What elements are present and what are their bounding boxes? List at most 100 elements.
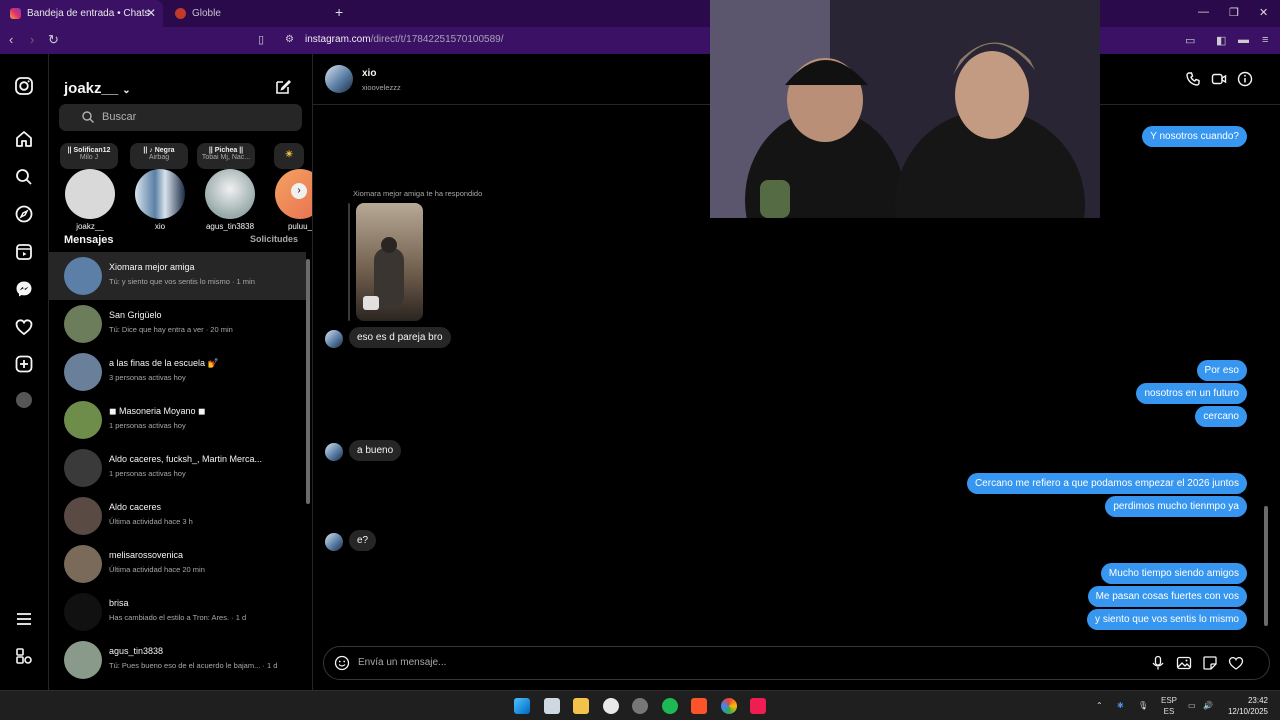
network-icon[interactable]: ▭ <box>1188 701 1196 710</box>
chatgpt-icon[interactable] <box>603 698 619 714</box>
site-settings-icon[interactable]: ⚙ <box>285 34 294 45</box>
conversation-row[interactable]: San Grigüelo Tú: Dice que hay entra a ver… <box>49 300 306 348</box>
back-button[interactable]: ‹ <box>9 32 13 47</box>
note-bubble[interactable]: ☀ <box>274 143 304 169</box>
volume-icon[interactable]: 🔊 <box>1203 701 1213 710</box>
task-view-icon[interactable] <box>544 698 560 714</box>
messenger-icon[interactable] <box>14 279 34 299</box>
tab-instagram[interactable]: Bandeja de entrada • Chats ✕ <box>0 0 163 27</box>
message-bubble-outgoing[interactable]: Y nosotros cuando? <box>1142 126 1247 147</box>
instagram-logo-icon[interactable] <box>14 76 34 96</box>
conversation-row[interactable]: ◼ Masoneria Moyano ◼ 1 personas activas h… <box>49 396 306 444</box>
scrollbar[interactable] <box>1264 506 1268 626</box>
reload-button[interactable]: ↻ <box>48 32 59 48</box>
phone-icon[interactable] <box>1185 71 1201 87</box>
explore-icon[interactable] <box>14 204 34 224</box>
story-avatar[interactable]: joakz__ <box>64 169 116 231</box>
also-from-meta-icon[interactable] <box>14 646 34 666</box>
url-host: instagram.com <box>305 34 371 45</box>
message-bubble-outgoing[interactable]: y siento que vos sentis lo mismo <box>1087 609 1247 630</box>
forward-button[interactable]: › <box>30 32 34 47</box>
message-bubble-incoming[interactable]: e? <box>349 530 377 551</box>
new-message-icon[interactable] <box>274 78 292 96</box>
tab-title: Globle <box>192 8 221 19</box>
conversation-row[interactable]: Aldo caceres Última actividad hace 3 h <box>49 492 306 540</box>
message-bubble-outgoing[interactable]: nosotros en un futuro <box>1136 383 1247 404</box>
contact-avatar[interactable] <box>325 443 343 461</box>
sun-emoji-icon: ☀ <box>284 149 294 159</box>
extensions-icon[interactable]: ▭ <box>1185 34 1195 47</box>
contact-avatar[interactable] <box>325 533 343 551</box>
close-window-button[interactable]: ✕ <box>1259 6 1268 19</box>
url-text[interactable]: instagram.com/direct/t/17842251570100589… <box>305 34 503 45</box>
emoji-icon[interactable] <box>334 655 350 671</box>
tiktok-icon[interactable] <box>750 698 766 714</box>
conversation-row[interactable]: Xiomara mejor amiga Tú: y siento que vos … <box>49 252 306 300</box>
story-name: agus_tin3838 <box>205 222 255 231</box>
close-tab-icon[interactable]: ✕ <box>146 6 156 20</box>
home-icon[interactable] <box>14 129 34 149</box>
app-icon[interactable] <box>632 698 648 714</box>
contact-avatar[interactable] <box>325 330 343 348</box>
contact-name[interactable]: xio <box>362 68 376 79</box>
search-input[interactable]: Buscar <box>59 104 302 131</box>
sidebar-toggle-icon[interactable]: ◧ <box>1216 34 1226 47</box>
note-bubble[interactable]: || ♪ Negra Airbag <box>130 143 188 169</box>
message-bubble-outgoing[interactable]: cercano <box>1195 406 1247 427</box>
requests-link[interactable]: Solicitudes <box>250 234 298 244</box>
conversation-row[interactable]: Aldo caceres, fucksh_, Martin Merca... 1 … <box>49 444 306 492</box>
story-thumbnail[interactable] <box>356 203 423 321</box>
sticker-icon[interactable] <box>1202 655 1218 671</box>
account-switcher[interactable]: joakz__ ⌄ <box>64 80 131 97</box>
conversation-row[interactable]: brisa Has cambiado el estilo a Tron: Ares… <box>49 588 306 636</box>
conversation-row[interactable]: melisarossovenica Última actividad hace 2… <box>49 540 306 588</box>
create-icon[interactable] <box>14 354 34 374</box>
contact-avatar[interactable] <box>325 65 353 93</box>
scrollbar[interactable] <box>306 259 310 504</box>
info-icon[interactable] <box>1237 71 1253 87</box>
start-windows-icon[interactable] <box>514 698 530 714</box>
message-bubble-incoming[interactable]: a bueno <box>349 440 402 461</box>
new-tab-button[interactable]: + <box>335 4 343 20</box>
microphone-icon[interactable] <box>1150 655 1166 671</box>
message-composer[interactable]: Envía un mensaje... <box>323 646 1270 680</box>
notifications-heart-icon[interactable] <box>14 317 34 337</box>
vpn-icon[interactable]: ▬ <box>1238 34 1249 46</box>
menu-icon[interactable]: ≡ <box>1262 34 1268 46</box>
bookmark-icon[interactable]: ▯ <box>258 33 264 46</box>
bluetooth-icon[interactable]: ✱ <box>1117 701 1124 710</box>
tab-globle[interactable]: Globle <box>172 0 322 27</box>
search-icon[interactable] <box>14 167 34 187</box>
image-icon[interactable] <box>1176 655 1192 671</box>
mic-tray-icon[interactable]: 🎙 <box>1138 701 1148 710</box>
message-bubble-outgoing[interactable]: Mucho tiempo siendo amigos <box>1100 563 1247 584</box>
more-menu-icon[interactable] <box>14 609 34 629</box>
message-bubble-outgoing[interactable]: Me pasan cosas fuertes con vos <box>1087 586 1247 607</box>
message-bubble-outgoing[interactable]: Cercano me refiero a que podamos empezar… <box>966 473 1247 494</box>
message-bubble-outgoing[interactable]: Por eso <box>1196 360 1247 381</box>
conversation-row[interactable]: agus_tin3838 Tú: Pues bueno eso de el acu… <box>49 636 306 684</box>
note-bubble[interactable]: || Pichea || Tobai Mj, Nac... <box>197 143 255 169</box>
maximize-button[interactable]: ❐ <box>1229 6 1239 19</box>
story-avatar[interactable]: puluu_ <box>274 169 312 231</box>
reels-icon[interactable] <box>14 242 34 262</box>
minimize-button[interactable]: — <box>1198 6 1209 18</box>
tray-chevron-icon[interactable]: ⌃ <box>1096 701 1103 710</box>
language-indicator[interactable]: ESP ES <box>1161 695 1177 717</box>
conversation-row[interactable]: a las finas de la escuela 💅 3 personas ac… <box>49 348 306 396</box>
conversation-preview: 1 personas activas hoy <box>109 469 186 478</box>
file-explorer-icon[interactable] <box>573 698 589 714</box>
video-call-icon[interactable] <box>1211 71 1227 87</box>
spotify-icon[interactable] <box>662 698 678 714</box>
story-avatar[interactable]: agus_tin3838 <box>204 169 256 231</box>
message-bubble-incoming[interactable]: eso es d pareja bro <box>349 327 451 348</box>
brave-browser-icon[interactable] <box>691 698 707 714</box>
chrome-icon[interactable] <box>721 698 737 714</box>
profile-avatar[interactable] <box>16 392 32 408</box>
chevron-right-icon[interactable]: › <box>291 183 307 199</box>
message-bubble-outgoing[interactable]: perdimos mucho tienmpo ya <box>1105 496 1247 517</box>
heart-icon[interactable] <box>1228 655 1244 671</box>
note-bubble[interactable]: || Solifican12 Milo J <box>60 143 118 169</box>
story-avatar[interactable]: xio <box>134 169 186 231</box>
system-clock[interactable]: 23:42 12/10/2025 <box>1226 695 1268 717</box>
